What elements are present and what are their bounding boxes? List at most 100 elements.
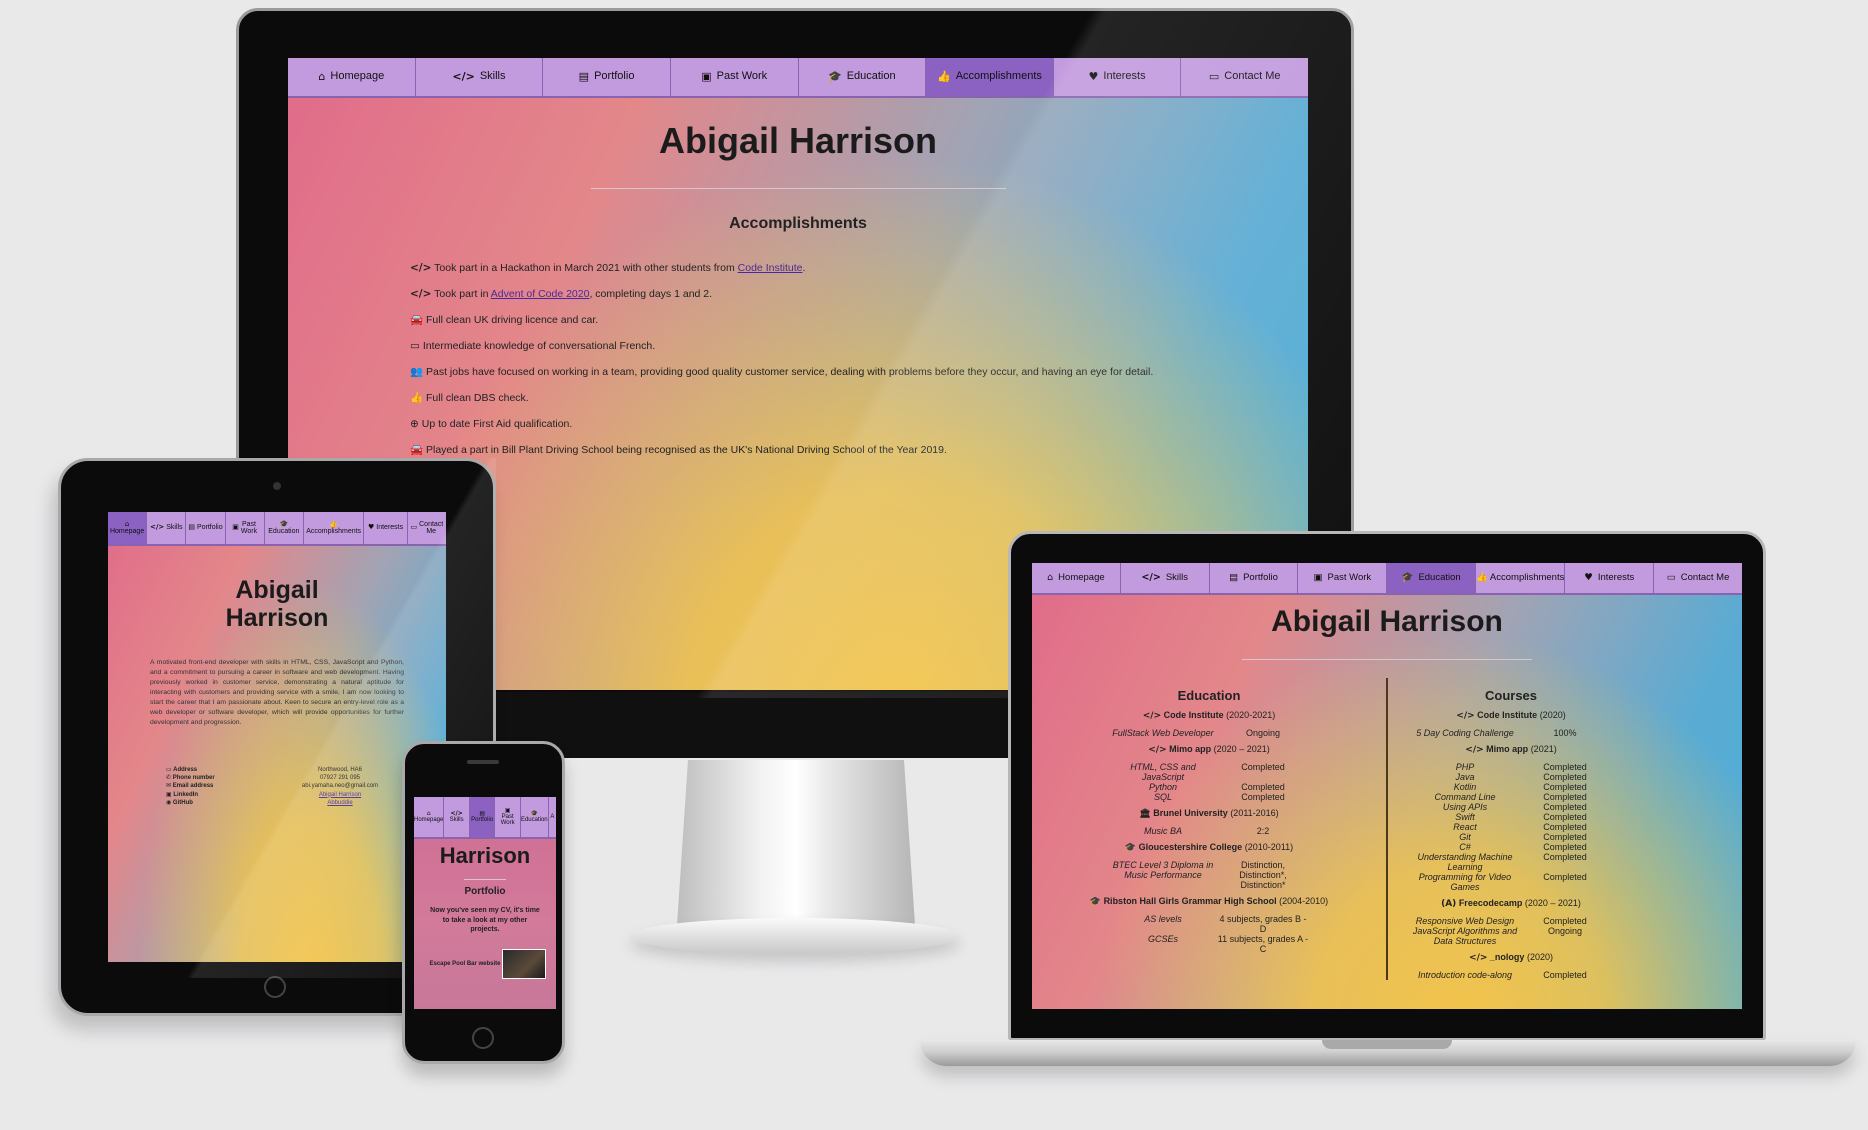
nav-skills[interactable]: </> Skills	[1121, 563, 1210, 593]
title-divider	[1242, 659, 1532, 660]
qualification-row: 5 Day Coding Challenge 100%	[1411, 728, 1611, 738]
monitor-base	[630, 918, 960, 954]
list-item: </> Took part in a Hackathon in March 20…	[410, 255, 1308, 281]
nav-accomplishments[interactable]: A	[549, 797, 556, 837]
institution-name: Gloucestershire College	[1138, 842, 1243, 852]
nav-education[interactable]: 🎓 Education	[265, 512, 304, 544]
nav-past-work[interactable]: ▣ Past Work	[226, 512, 265, 544]
address-card-icon: ▭	[410, 523, 418, 532]
nav-contact-me[interactable]: ▭ Contact Me	[408, 512, 446, 544]
github-link[interactable]: Abbuddie	[284, 799, 396, 807]
nav-homepage[interactable]: ⌂ Homepage	[108, 512, 148, 544]
qualification-result: Completed	[1543, 852, 1587, 862]
qualification-row: Command Line Completed	[1411, 792, 1611, 802]
institution-name: Ribston Hall Girls Grammar High School	[1103, 896, 1277, 906]
qualification-result: Completed	[1543, 772, 1587, 782]
item-text: Past jobs have focused on working in a t…	[426, 366, 1154, 378]
nav-interests[interactable]: ♥ Interests	[1054, 58, 1182, 96]
nav-homepage[interactable]: ⌂ Homepage	[1032, 563, 1121, 593]
desktop-nav: ⌂ Homepage </> Skills ▤ Portfolio ▣ Past Wor…	[288, 58, 1308, 98]
qualification-row: SQL Completed	[1109, 792, 1309, 802]
nav-accomplishments[interactable]: 👍 Accomplishments	[926, 58, 1054, 96]
nav-contact-me[interactable]: ▭ Contact Me	[1181, 58, 1308, 96]
users-icon: 👥	[410, 366, 424, 378]
advent-of-code-link[interactable]: Advent of Code 2020	[491, 288, 590, 300]
code-institute-link[interactable]: Code Institute	[738, 262, 803, 274]
qualification-row: Music BA 2:2	[1109, 826, 1309, 836]
qualification-row: Using APIs Completed	[1411, 802, 1611, 812]
institution-name: _nology	[1489, 952, 1525, 962]
item-text: Took part in a Hackathon in March 2021 w…	[434, 262, 738, 274]
list-item: 🚘 Played a part in Bill Plant Driving Sc…	[410, 437, 1308, 463]
nav-skills[interactable]: </> Skills	[416, 58, 544, 96]
contact-label: ✉ Email address	[166, 782, 284, 790]
title-divider	[590, 188, 1006, 189]
qualification-name: HTML, CSS and JavaScript	[1130, 762, 1196, 782]
qualification-row: HTML, CSS and JavaScript Completed	[1109, 762, 1309, 782]
nav-education[interactable]: 🎓 Education	[1387, 563, 1477, 593]
book-icon: ▤	[1229, 572, 1239, 584]
code-icon: </>	[452, 70, 475, 84]
tablet-home-button[interactable]	[264, 976, 286, 998]
qualification-row: Swift Completed	[1411, 812, 1611, 822]
car-icon: 🚘	[410, 314, 424, 326]
project-card[interactable]: Escape Pool Bar website	[428, 948, 546, 979]
thumbs-up-icon: 👍	[1476, 572, 1488, 584]
nav-interests[interactable]: ♥ Interests	[1565, 563, 1655, 593]
nav-portfolio[interactable]: ▤ Portfolio	[186, 512, 226, 544]
nav-education[interactable]: 🎓 Education	[799, 58, 927, 96]
project-title: Escape Pool Bar website	[429, 960, 501, 967]
nav-portfolio[interactable]: ▤ Portfolio	[469, 797, 496, 837]
qualification-row: Understanding Machine Learning Completed	[1411, 852, 1611, 872]
code-icon: </>	[1141, 572, 1161, 584]
courses-list: </> Code Institute (2020) 5 Day Coding Ch…	[1280, 709, 1742, 980]
car-icon: 🚘	[410, 444, 424, 456]
nav-past-work[interactable]: ▣ Past Work	[495, 797, 521, 837]
institution-name: Mimo app	[1169, 744, 1212, 754]
contact-label-text: Phone number	[172, 775, 215, 782]
nav-accomplishments[interactable]: 👍 Accomplishments	[304, 512, 365, 544]
institution-heading: </> _nology (2020)	[1280, 951, 1742, 964]
nav-skills[interactable]: </> Skills	[444, 797, 470, 837]
nav-past-work[interactable]: ▣ Past Work	[1298, 563, 1388, 593]
nav-homepage[interactable]: ⌂ Homepage	[288, 58, 416, 96]
nav-homepage[interactable]: ⌂ Homepage	[414, 797, 445, 837]
qualification-row: GCSEs 11 subjects, grades A - C	[1109, 934, 1309, 954]
institution-name: Freecodecamp	[1458, 898, 1523, 908]
nav-education[interactable]: 🎓 Education	[521, 797, 549, 837]
qualification-row: JavaScript Algorithms and Data Structure…	[1411, 926, 1611, 946]
qualification-result: Completed	[1543, 872, 1587, 882]
nav-past-work[interactable]: ▣ Past Work	[671, 58, 799, 96]
page-title: Abigail Harrison	[1271, 605, 1503, 638]
qualification-result: 100%	[1553, 728, 1577, 738]
home-icon: ⌂	[124, 519, 130, 528]
code-icon: </>	[410, 262, 432, 274]
contact-label: ▣ LinkedIn	[166, 791, 284, 799]
contact-row: ◉ GitHub Abbuddie	[166, 799, 396, 807]
nav-label: A	[550, 813, 555, 820]
institution-years: (2020)	[1539, 710, 1566, 720]
nav-label-line: Me	[426, 528, 437, 535]
nav-portfolio[interactable]: ▤ Portfolio	[1210, 563, 1299, 593]
nav-skills[interactable]: </> Skills	[147, 512, 187, 544]
institution-heading: </> Code Institute (2020)	[1280, 709, 1742, 722]
linkedin-link[interactable]: Abigail Harrison	[284, 791, 396, 799]
project-thumbnail[interactable]	[502, 948, 546, 979]
contact-label-text: Email address	[172, 783, 214, 790]
section-title: Portfolio	[464, 886, 506, 897]
nav-label-line: Contact	[419, 520, 444, 528]
tablet-nav: ⌂ Homepage </> Skills ▤ Portfolio ▣ Past Work…	[108, 512, 446, 546]
qualification-result: Ongoing	[1547, 926, 1583, 936]
nav-interests[interactable]: ♥ Interests	[364, 512, 408, 544]
qualification-row: Programming for Video Games Completed	[1411, 872, 1611, 892]
nav-label: Homepage	[414, 817, 444, 823]
phone-home-button[interactable]	[472, 1027, 494, 1049]
nav-portfolio[interactable]: ▤ Portfolio	[543, 58, 671, 96]
nav-accomplishments[interactable]: 👍 Accomplishments	[1476, 563, 1566, 593]
laptop-screen: ⌂ Homepage </> Skills ▤ Portfolio ▣ Past Wor…	[1032, 563, 1742, 1009]
list-item: </> Took part in Advent of Code 2020, co…	[410, 281, 1308, 307]
contact-row: ✉ Email address abi.yamaha.neo@gmail.com	[166, 782, 396, 790]
laptop-notch	[1322, 1040, 1452, 1049]
nav-contact-me[interactable]: ▭ Contact Me	[1654, 563, 1742, 593]
institution-heading: </> Mimo app (2021)	[1280, 743, 1742, 756]
